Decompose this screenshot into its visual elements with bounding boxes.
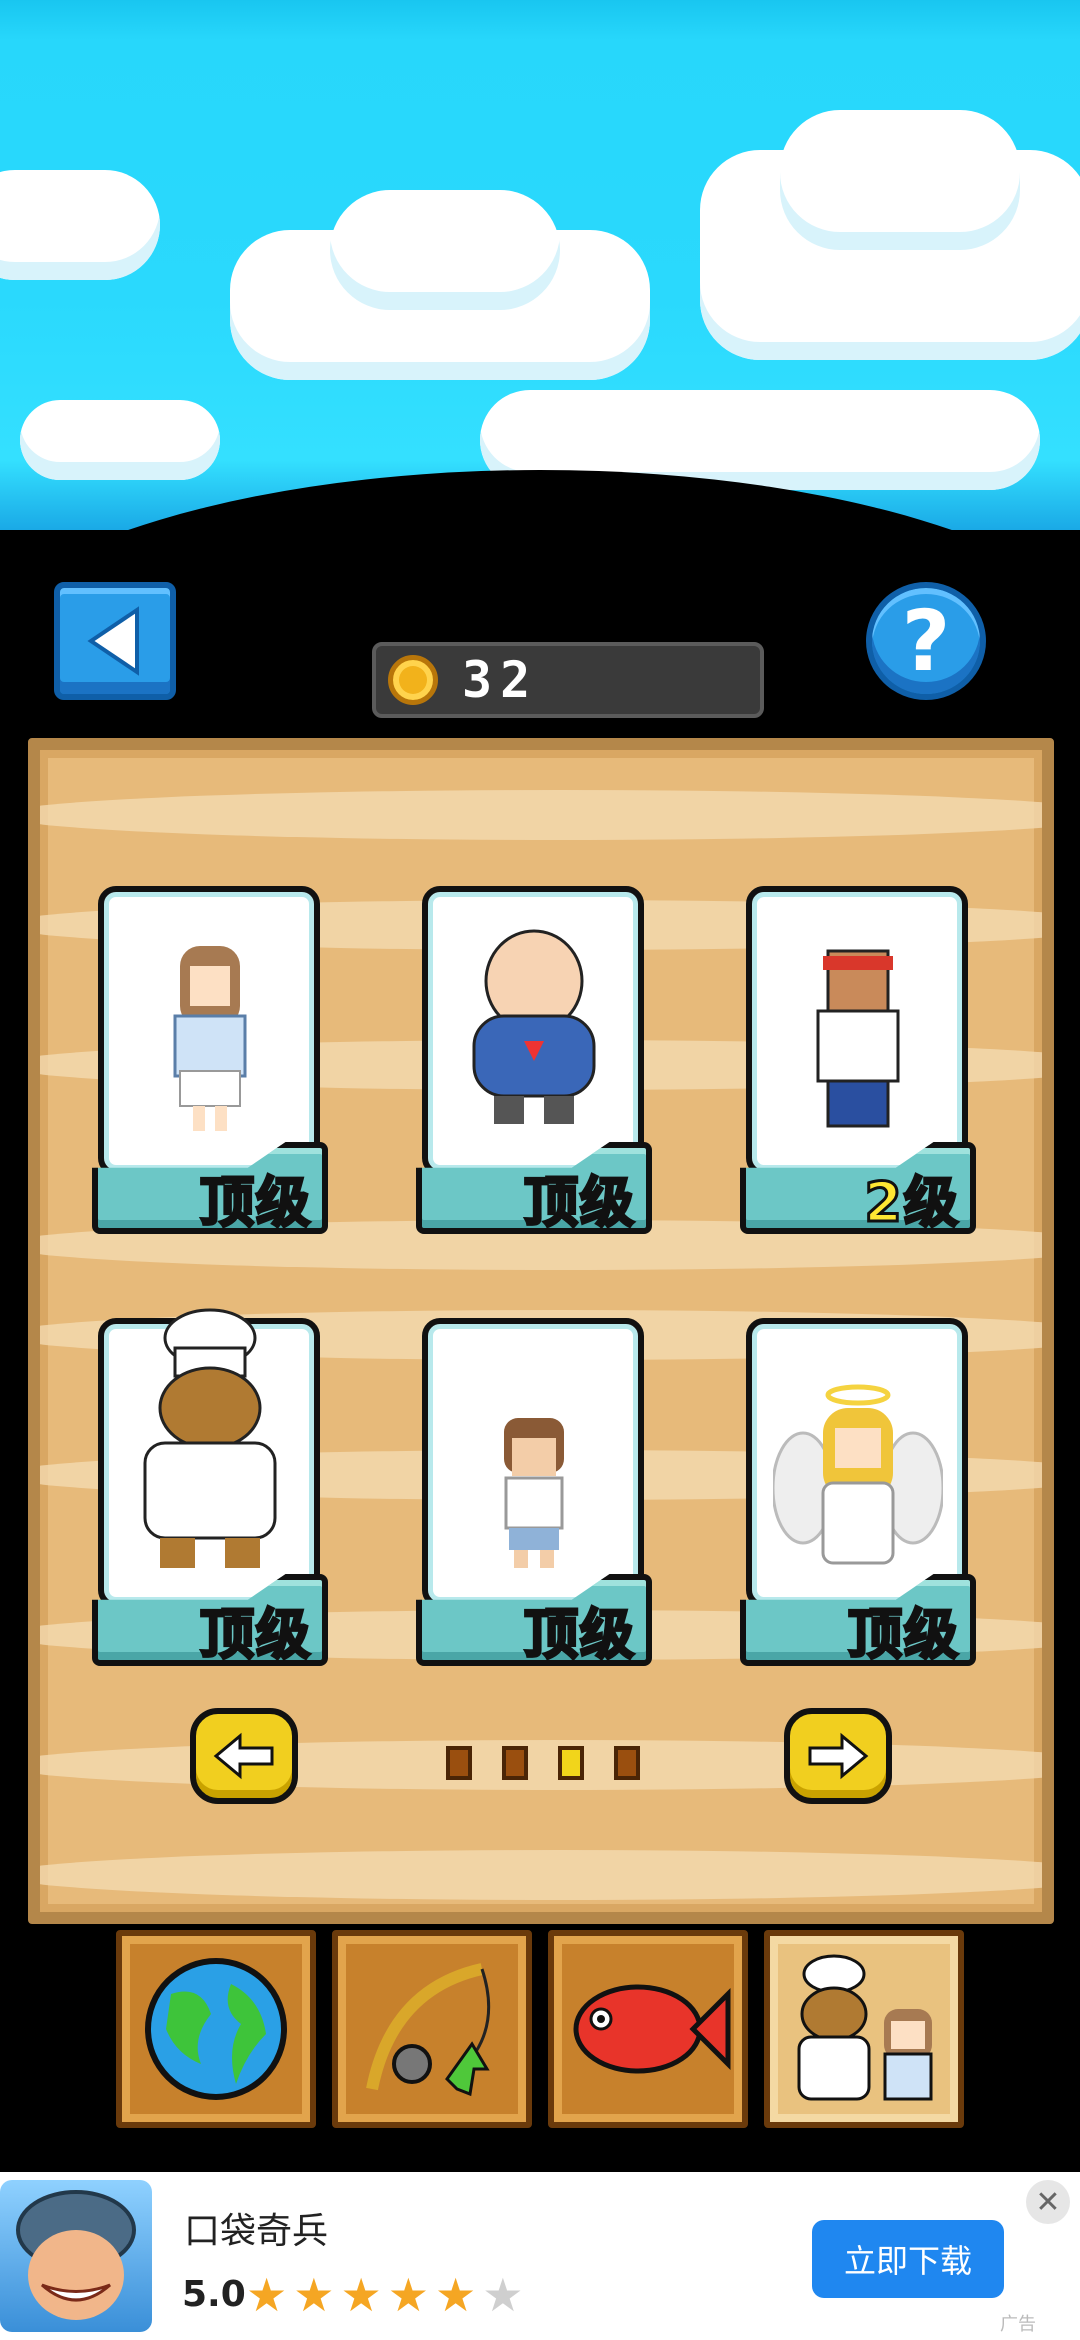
next-page-button[interactable] <box>784 1708 892 1804</box>
cloud <box>20 400 220 480</box>
arrow-left-icon <box>213 1732 274 1780</box>
character-card-girl[interactable]: 顶级 <box>92 886 328 1236</box>
prev-page-button[interactable] <box>190 1708 298 1804</box>
bear-chef-character-icon <box>143 1308 277 1568</box>
ad-rating: 5.0 <box>182 2274 246 2315</box>
ad-title: 口袋奇兵 <box>184 2211 329 2252</box>
star-filled-icons: ★★★★★ <box>246 2268 483 2322</box>
back-button[interactable] <box>54 582 176 700</box>
page-dot[interactable] <box>446 1746 472 1780</box>
ad-download-button[interactable]: 立即下载 <box>812 2220 1004 2298</box>
ad-app-icon[interactable] <box>0 2180 152 2332</box>
fishing-rod-icon <box>366 1963 491 2097</box>
ad-close-button[interactable]: ✕ <box>1026 2180 1070 2224</box>
page-dot[interactable] <box>502 1746 528 1780</box>
tab-world[interactable] <box>116 1930 316 2128</box>
card-level: 顶级 <box>199 1170 312 1236</box>
cloud <box>0 170 160 280</box>
card-level: 2级 <box>863 1170 960 1236</box>
red-fish-icon <box>573 1984 731 2074</box>
card-level: 顶级 <box>847 1602 960 1668</box>
ad-label: 广告 <box>1000 2314 1036 2335</box>
card-level: 顶级 <box>199 1602 312 1668</box>
character-card-angel[interactable]: 顶级 <box>740 1318 976 1668</box>
bandana-man-character-icon <box>816 949 900 1128</box>
page-dot[interactable] <box>614 1746 640 1780</box>
cloud <box>780 110 1020 250</box>
sky-background <box>0 0 1080 530</box>
cloud <box>330 190 560 310</box>
ad-banner[interactable]: 口袋奇兵 5.0 ★★★★★★ 立即下载 广告 <box>0 2172 1080 2340</box>
help-label: ? <box>901 592 951 690</box>
characters-icon <box>797 1954 933 2101</box>
coin-icon <box>388 655 438 705</box>
help-button[interactable]: ? <box>866 582 986 700</box>
triangle-left-icon <box>87 606 139 676</box>
arrow-right-icon <box>808 1732 869 1780</box>
angel-character-icon <box>773 1384 943 1565</box>
coin-count: 32 <box>462 651 539 709</box>
girl-character-icon <box>173 946 247 1131</box>
card-level: 顶级 <box>523 1170 636 1236</box>
coin-counter: 32 <box>372 642 764 718</box>
character-card-bandana-man[interactable]: 2级 <box>740 886 976 1236</box>
star-empty-icon: ★ <box>482 2268 530 2322</box>
tab-rod[interactable] <box>332 1930 532 2128</box>
character-card-boy[interactable]: 顶级 <box>416 1318 652 1668</box>
character-card-bear-chef[interactable]: 顶级 <box>92 1308 328 1668</box>
tab-characters[interactable] <box>764 1930 964 2128</box>
boy-character-icon <box>504 1418 564 1568</box>
page-dot[interactable] <box>558 1746 584 1780</box>
character-card-big-man[interactable]: 顶级 <box>416 886 652 1236</box>
big-man-character-icon <box>472 929 596 1124</box>
globe-icon <box>145 1958 287 2100</box>
card-level: 顶级 <box>523 1602 636 1668</box>
soldier-avatar-icon <box>16 2190 136 2320</box>
ad-star-rating: ★★★★★★ <box>246 2268 529 2322</box>
tab-fish[interactable] <box>548 1930 748 2128</box>
